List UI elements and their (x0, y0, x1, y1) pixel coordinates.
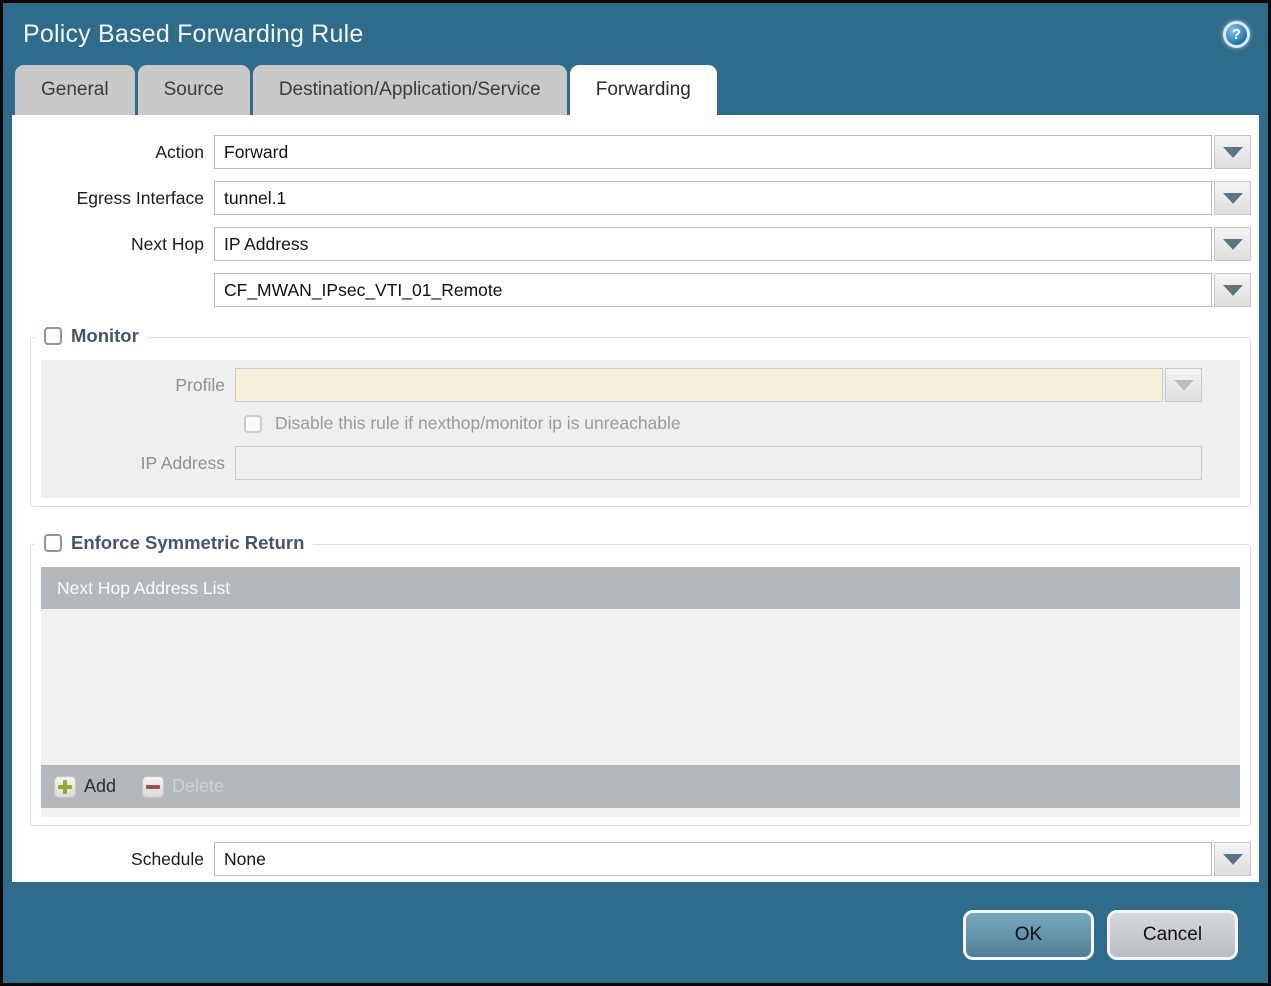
tab-content-forwarding: Action Forward Egress Interface tunnel.1… (12, 115, 1259, 882)
table-bottom-strip (41, 808, 1240, 817)
egress-interface-select[interactable]: tunnel.1 (214, 181, 1212, 215)
tab-general[interactable]: General (15, 65, 135, 115)
schedule-label: Schedule (131, 848, 204, 869)
cancel-button[interactable]: Cancel (1107, 910, 1238, 960)
next-hop-select[interactable]: IP Address (214, 227, 1212, 261)
minus-icon (142, 775, 165, 798)
schedule-select[interactable]: None (214, 842, 1212, 876)
monitor-ip-address-input (235, 446, 1202, 480)
tab-destination-application-service[interactable]: Destination/Application/Service (252, 65, 567, 115)
next-hop-label: Next Hop (131, 233, 204, 254)
monitor-panel: Profile Disable this rule if nexthop/mon… (41, 360, 1240, 498)
monitor-profile-row: Profile (41, 368, 1202, 402)
egress-interface-label: Egress Interface (76, 187, 204, 208)
next-hop-address-dropdown-button[interactable] (1214, 273, 1251, 307)
add-button-label: Add (84, 776, 117, 796)
chevron-down-icon (1222, 146, 1243, 158)
enforce-symmetric-return-checkbox[interactable] (44, 534, 62, 552)
action-select[interactable]: Forward (214, 135, 1212, 169)
action-row: Action Forward (12, 135, 1251, 169)
chevron-down-icon (1222, 284, 1243, 296)
schedule-dropdown-button[interactable] (1214, 842, 1251, 876)
next-hop-address-list-header: Next Hop Address List (41, 567, 1240, 609)
dialog-titlebar: Policy Based Forwarding Rule ? (3, 3, 1268, 65)
next-hop-address-row: CF_MWAN_IPsec_VTI_01_Remote (12, 273, 1251, 307)
monitor-profile-dropdown-button (1165, 368, 1202, 402)
chevron-down-icon (1173, 379, 1194, 391)
egress-interface-row: Egress Interface tunnel.1 (12, 181, 1251, 215)
disable-rule-row: Disable this rule if nexthop/monitor ip … (244, 413, 1240, 434)
tab-source[interactable]: Source (137, 65, 250, 115)
disable-rule-checkbox (244, 414, 262, 433)
monitor-group: Monitor Profile Disable this rule if nex… (30, 325, 1251, 507)
help-icon[interactable]: ? (1223, 20, 1250, 48)
add-button[interactable]: Add (54, 775, 117, 798)
schedule-row: Schedule None (12, 842, 1251, 876)
dialog-title: Policy Based Forwarding Rule (23, 19, 364, 48)
next-hop-address-list-table: Next Hop Address List Add Delete (41, 567, 1240, 817)
disable-rule-label: Disable this rule if nexthop/monitor ip … (275, 413, 681, 433)
chevron-down-icon (1222, 853, 1243, 865)
monitor-legend: Monitor (35, 325, 148, 347)
dialog-footer: OK Cancel (3, 884, 1268, 983)
pbf-rule-dialog: Policy Based Forwarding Rule ? General S… (0, 0, 1271, 986)
next-hop-row: Next Hop IP Address (12, 227, 1251, 261)
monitor-profile-select (235, 368, 1163, 402)
action-dropdown-button[interactable] (1214, 135, 1251, 169)
monitor-title: Monitor (71, 325, 139, 346)
enforce-symmetric-return-group: Enforce Symmetric Return Next Hop Addres… (30, 532, 1251, 826)
delete-button-label: Delete (172, 776, 225, 796)
next-hop-address-select[interactable]: CF_MWAN_IPsec_VTI_01_Remote (214, 273, 1212, 307)
egress-interface-dropdown-button[interactable] (1214, 181, 1251, 215)
ok-button[interactable]: OK (963, 910, 1094, 960)
monitor-checkbox[interactable] (44, 327, 62, 345)
chevron-down-icon (1222, 192, 1243, 204)
next-hop-address-list-footer: Add Delete (41, 765, 1240, 808)
chevron-down-icon (1222, 238, 1243, 250)
tab-bar: General Source Destination/Application/S… (3, 65, 1268, 115)
next-hop-address-list-body[interactable] (41, 609, 1240, 765)
monitor-ip-address-label: IP Address (140, 452, 225, 473)
delete-button: Delete (142, 775, 225, 798)
tab-forwarding[interactable]: Forwarding (569, 65, 717, 115)
next-hop-dropdown-button[interactable] (1214, 227, 1251, 261)
enforce-symmetric-return-title: Enforce Symmetric Return (71, 532, 305, 553)
enforce-symmetric-return-legend: Enforce Symmetric Return (35, 532, 314, 554)
monitor-profile-label: Profile (175, 374, 225, 395)
action-label: Action (155, 141, 204, 162)
plus-icon (54, 775, 76, 798)
monitor-ip-address-row: IP Address (41, 446, 1202, 480)
